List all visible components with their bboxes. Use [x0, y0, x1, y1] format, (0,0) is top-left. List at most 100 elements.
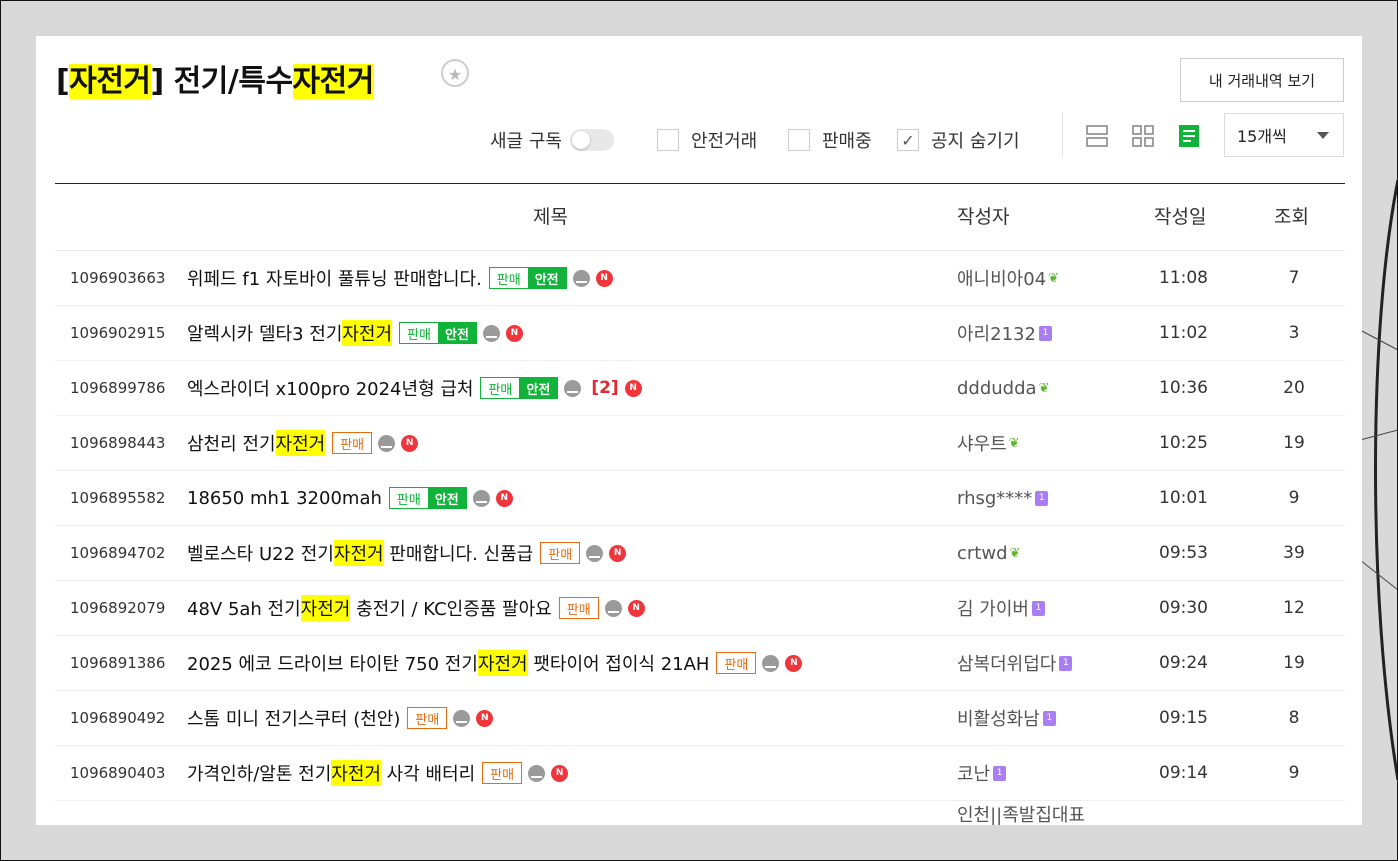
per-page-select[interactable]: 15개씩: [1224, 113, 1344, 157]
author-name: 삼복더위덥다: [957, 654, 1057, 675]
view-count: 39: [1283, 543, 1305, 563]
image-attachment-icon: [453, 709, 471, 727]
author-link[interactable]: 인천||족발집대표: [957, 787, 1085, 825]
title-highlight: 자전거: [69, 64, 151, 99]
table-row[interactable]: 1096890403 가격인하/알톤 전기 자전거 사각 배터리 판매 N 코난 1…: [55, 746, 1345, 801]
image-attachment-icon: [586, 544, 604, 562]
card-view-icon[interactable]: [1086, 124, 1108, 148]
article-number: 1096890492: [70, 709, 166, 727]
selling-checkbox[interactable]: [788, 129, 810, 151]
chevron-down-icon: [1317, 132, 1329, 139]
article-title: 벨로스타 U22 전기: [187, 544, 334, 565]
sell-safe-badge: 판매 안전: [488, 267, 567, 289]
article-title-link[interactable]: 엑스라이더 x100pro 2024년형 급처 판매 안전 [2] N: [187, 361, 642, 415]
post-date: 10:25: [1159, 433, 1208, 453]
sell-badge: 판매: [716, 652, 757, 674]
author-link[interactable]: 비활성화남 1: [957, 691, 1056, 745]
member-level-icon: 1: [1035, 490, 1049, 506]
keyword-highlight: 자전거: [300, 595, 351, 621]
view-count: 7: [1288, 268, 1300, 288]
title-bracket: [: [56, 64, 70, 99]
safe-badge-label: 안전: [519, 378, 558, 398]
favorite-star-icon[interactable]: ★: [441, 59, 469, 87]
author-link[interactable]: rhsg**** 1: [957, 471, 1049, 525]
table-row[interactable]: 1096902915 알렉시카 델타3 전기 자전거 판매 안전 N 아리2132 1…: [55, 306, 1345, 361]
column-views: 조회: [1274, 206, 1309, 228]
new-post-icon: N: [609, 544, 627, 562]
trade-history-button[interactable]: 내 거래내역 보기: [1180, 58, 1344, 102]
table-row[interactable]: 1096899786 엑스라이더 x100pro 2024년형 급처 판매 안전 …: [55, 361, 1345, 416]
article-title: 삼천리 전기: [187, 434, 276, 455]
author-link[interactable]: 애니비아04 ❦: [957, 251, 1059, 305]
article-title-link[interactable]: 벨로스타 U22 전기 자전거 판매합니다. 신품급 판매 N: [187, 526, 627, 580]
table-row[interactable]: 1096894702 벨로스타 U22 전기 자전거 판매합니다. 신품급 판매 …: [55, 526, 1345, 581]
selling-label: 판매중: [822, 131, 872, 152]
new-post-icon: N: [476, 709, 494, 727]
article-title-link[interactable]: 위페드 f1 자토바이 풀튜닝 판매합니다. 판매 안전 N: [187, 251, 613, 305]
new-post-icon: N: [624, 379, 642, 397]
selling-filter[interactable]: 판매중: [788, 120, 872, 160]
article-title-link[interactable]: 2025 에코 드라이브 타이탄 750 전기 자전거 팻타이어 접이식 21AH…: [187, 636, 803, 690]
article-title-link[interactable]: 삼천리 전기 자전거 판매 N: [187, 416, 419, 470]
article-number: 1096892079: [70, 599, 166, 617]
article-number: 1096902915: [70, 324, 166, 342]
post-date: 09:24: [1159, 653, 1208, 673]
author-link[interactable]: crtwd ❦: [957, 526, 1020, 580]
view-count: 20: [1283, 378, 1305, 398]
article-title-link[interactable]: 스톰 미니 전기스쿠터 (천안) 판매 N: [187, 691, 494, 745]
table-row[interactable]: 1096892079 48V 5ah 전기 자전거 충전기 / KC인증품 팔아요…: [55, 581, 1345, 636]
member-level-icon: 1: [1059, 655, 1073, 671]
member-level-icon: 1: [1038, 325, 1052, 341]
table-row[interactable]: 1096895582 18650 mh1 3200mah 판매 안전 N rhsg…: [55, 471, 1345, 526]
article-title: 48V 5ah 전기: [187, 599, 301, 620]
table-row[interactable]: 1096891386 2025 에코 드라이브 타이탄 750 전기 자전거 팻타…: [55, 636, 1345, 691]
column-date: 작성일: [1154, 206, 1207, 228]
comment-count[interactable]: [2]: [591, 378, 618, 398]
article-title: 알렉시카 델타3 전기: [187, 324, 343, 345]
article-title-rest: 충전기 / KC인증품 팔아요: [350, 599, 552, 620]
hide-notice-filter[interactable]: ✓ 공지 숨기기: [897, 120, 1020, 160]
table-row[interactable]: 1096898443 삼천리 전기 자전거 판매 N 샤우트 ❦ 10:25 19: [55, 416, 1345, 471]
article-number: 1096903663: [70, 269, 166, 287]
sell-badge-label: 판매: [488, 382, 513, 398]
new-post-icon: N: [495, 489, 513, 507]
image-attachment-icon: [528, 764, 546, 782]
article-title-link[interactable]: 알렉시카 델타3 전기 자전거 판매 안전 N: [187, 306, 523, 360]
author-link[interactable]: 삼복더위덥다 1: [957, 636, 1073, 690]
view-count: 3: [1288, 323, 1300, 343]
article-title-rest: 사각 배터리: [380, 764, 476, 785]
sell-badge: 판매: [540, 542, 581, 564]
article-title: 위페드 f1 자토바이 풀튜닝 판매합니다.: [187, 269, 482, 290]
author-link[interactable]: 아리2132 1: [957, 306, 1052, 360]
author-link[interactable]: 샤우트 ❦: [957, 416, 1020, 470]
author-link[interactable]: 김 가이버 1: [957, 581, 1045, 635]
album-view-icon[interactable]: [1132, 124, 1154, 148]
article-table: 제목 작성자 작성일 조회 1096903663 위페드 f1 자토바이 풀튜닝…: [55, 183, 1345, 825]
subscribe-label: 새글 구독: [490, 131, 562, 152]
sell-safe-badge: 판매 안전: [388, 487, 467, 509]
keyword-highlight: 자전거: [477, 650, 528, 676]
member-level-icon: 1: [1031, 600, 1045, 616]
toggle-switch[interactable]: [569, 129, 614, 151]
table-row[interactable]: 1096903663 위페드 f1 자토바이 풀튜닝 판매합니다. 판매 안전 N…: [55, 251, 1345, 306]
board-panel: [자전거] 전기/특수자전거 ★ 내 거래내역 보기 새글 구독 안전거래 판매…: [36, 36, 1362, 825]
article-title-link[interactable]: 48V 5ah 전기 자전거 충전기 / KC인증품 팔아요 판매 N: [187, 581, 645, 635]
post-date: 11:02: [1159, 323, 1208, 343]
article-title: 스톰 미니 전기스쿠터 (천안): [187, 709, 401, 730]
article-title-link[interactable]: 가격인하/알톤 전기 자전거 사각 배터리 판매 N: [187, 746, 569, 800]
table-row[interactable]: 인천||족발집대표: [55, 801, 1345, 825]
safe-trade-label: 안전거래: [691, 131, 758, 152]
hide-notice-checkbox[interactable]: ✓: [897, 129, 919, 151]
view-count: 9: [1288, 763, 1300, 783]
sprout-level-icon: ❦: [1008, 435, 1020, 451]
list-view-icon[interactable]: [1178, 124, 1200, 148]
safe-trade-filter[interactable]: 안전거래: [657, 120, 757, 160]
per-page-value: 15개씩: [1237, 127, 1287, 146]
table-row[interactable]: 1096890492 스톰 미니 전기스쿠터 (천안) 판매 N 비활성화남 1 …: [55, 691, 1345, 746]
subscribe-toggle[interactable]: 새글 구독: [490, 120, 614, 160]
safe-trade-checkbox[interactable]: [657, 129, 679, 151]
article-title-link[interactable]: 18650 mh1 3200mah 판매 안전 N: [187, 471, 513, 525]
keyword-highlight: 자전거: [333, 540, 384, 566]
author-link[interactable]: dddudda ❦: [957, 361, 1049, 415]
post-date: 09:53: [1159, 543, 1208, 563]
